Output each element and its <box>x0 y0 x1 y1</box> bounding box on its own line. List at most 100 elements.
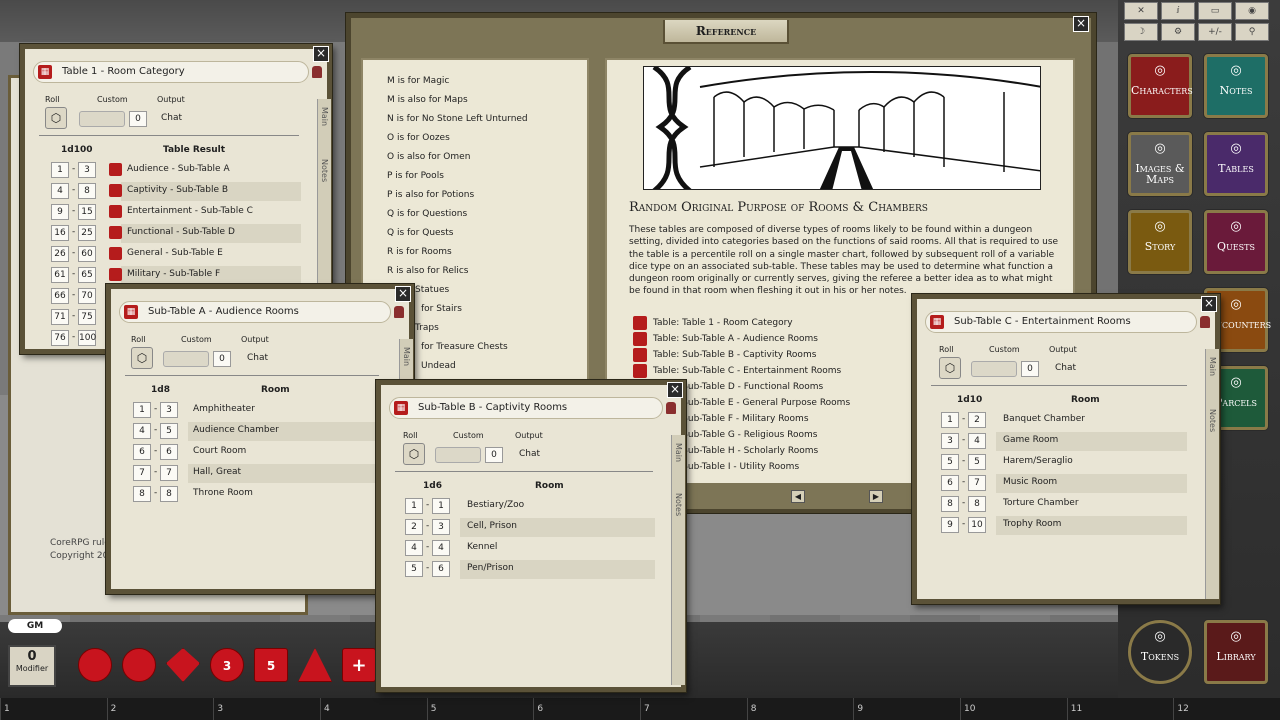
table-row[interactable]: 8-8 Torture Chamber <box>941 495 1187 514</box>
table-row[interactable]: 9-15 Entertainment - Sub-Table C <box>51 203 301 222</box>
table-row[interactable]: 6-6 Court Room <box>133 443 389 462</box>
library-button[interactable]: ◎ Library <box>1204 620 1268 684</box>
hotkey-slot[interactable]: 11 <box>1066 698 1174 720</box>
lock-icon[interactable] <box>666 402 676 414</box>
roll-die-icon[interactable]: ⬡ <box>45 107 67 129</box>
tokens-button[interactable]: ◎ Tokens <box>1128 620 1192 684</box>
index-link[interactable]: Q is for Quests <box>387 228 453 238</box>
table-row[interactable]: 1-3 Audience - Sub-Table A <box>51 161 301 180</box>
d4-die[interactable] <box>298 648 332 682</box>
tool-icon[interactable]: ◉ <box>1235 2 1269 20</box>
output-value[interactable]: Chat <box>1055 363 1076 373</box>
table-row[interactable]: 9-10 Trophy Room <box>941 516 1187 535</box>
hotkey-slot[interactable]: 6 <box>533 698 640 720</box>
table-link[interactable]: Table: Sub-Table A - Audience Rooms <box>633 332 818 347</box>
hotkey-slot[interactable]: 10 <box>960 698 1067 720</box>
index-link[interactable]: M is for Magic <box>387 76 449 86</box>
tab-main[interactable]: Main <box>1208 357 1217 376</box>
tab-notes[interactable]: Notes <box>1208 409 1217 432</box>
images-maps-button[interactable]: ◎ Images & Maps <box>1128 132 1192 196</box>
d20-die[interactable] <box>78 648 112 682</box>
table-row[interactable]: 5-5 Harem/Seraglio <box>941 453 1187 472</box>
index-link[interactable]: M is also for Maps <box>387 95 468 105</box>
table-row[interactable]: 5-6 Pen/Prison <box>405 560 655 579</box>
d10-die[interactable] <box>166 648 200 682</box>
modifier-field[interactable]: 0 <box>213 351 231 367</box>
modifier-field[interactable]: 0 <box>485 447 503 463</box>
hotkey-slot[interactable]: 9 <box>853 698 960 720</box>
table-link-icon[interactable] <box>109 163 122 176</box>
index-link[interactable]: N is for No Stone Left Unturned <box>387 114 528 124</box>
table-link-icon[interactable] <box>109 268 122 281</box>
hotkey-slot[interactable]: 7 <box>640 698 747 720</box>
d8-die[interactable]: 3 <box>210 648 244 682</box>
close-icon[interactable]: × <box>1073 16 1089 32</box>
prev-page-icon[interactable]: ◀ <box>791 490 805 503</box>
close-icon[interactable]: × <box>395 286 411 302</box>
table-row[interactable]: 7-7 Hall, Great <box>133 464 389 483</box>
table-row[interactable]: 1-1 Bestiary/Zoo <box>405 497 655 516</box>
modifier-field[interactable]: 0 <box>129 111 147 127</box>
table-row[interactable]: 1-2 Banquet Chamber <box>941 411 1187 430</box>
index-link[interactable]: Traps <box>415 323 439 333</box>
characters-button[interactable]: ◎ Characters <box>1128 54 1193 118</box>
table-row[interactable]: 8-8 Throne Room <box>133 485 389 504</box>
tables-button[interactable]: ◎ Tables <box>1204 132 1268 196</box>
next-page-icon[interactable]: ▶ <box>869 490 883 503</box>
d12-die[interactable] <box>122 648 156 682</box>
index-link[interactable]: O is for Oozes <box>387 133 450 143</box>
custom-dice-field[interactable] <box>435 447 481 463</box>
index-link[interactable]: Statues <box>415 285 449 295</box>
table-row[interactable]: 4-8 Captivity - Sub-Table B <box>51 182 301 201</box>
roll-die-icon[interactable]: ⬡ <box>131 347 153 369</box>
hotkey-slot[interactable]: 1 <box>0 698 107 720</box>
tab-notes[interactable]: Notes <box>674 493 683 516</box>
hotkey-slot[interactable]: 5 <box>426 698 534 720</box>
index-link[interactable]: P is also for Potions <box>387 190 474 200</box>
table-link-icon[interactable] <box>109 247 122 260</box>
lock-icon[interactable] <box>1200 316 1210 328</box>
table-row[interactable]: 6-7 Music Room <box>941 474 1187 493</box>
index-link[interactable]: P is for Pools <box>387 171 444 181</box>
tool-icon[interactable]: ▭ <box>1198 2 1232 20</box>
table-row[interactable]: 1-3 Amphitheater <box>133 401 389 420</box>
index-link[interactable]: Undead <box>421 361 456 371</box>
tool-icon[interactable]: ⅈ <box>1161 2 1195 20</box>
index-link[interactable]: O is also for Omen <box>387 152 470 162</box>
table-row[interactable]: 3-4 Game Room <box>941 432 1187 451</box>
tool-icon[interactable]: +/- <box>1198 23 1232 41</box>
tool-icon[interactable]: ☽ <box>1124 23 1158 41</box>
output-value[interactable]: Chat <box>519 449 540 459</box>
table-link-icon[interactable] <box>109 184 122 197</box>
table-link-icon[interactable] <box>109 205 122 218</box>
table-link[interactable]: Table: Sub-Table B - Captivity Rooms <box>633 348 816 363</box>
hotkey-slot[interactable]: 8 <box>746 698 854 720</box>
hotkey-slot[interactable]: 3 <box>213 698 320 720</box>
d6-die[interactable]: 5 <box>254 648 288 682</box>
tool-icon[interactable]: ⚙ <box>1161 23 1195 41</box>
roll-die-icon[interactable]: ⬡ <box>403 443 425 465</box>
output-value[interactable]: Chat <box>161 113 182 123</box>
tab-notes[interactable]: Notes <box>320 159 329 182</box>
output-value[interactable]: Chat <box>247 353 268 363</box>
table-row[interactable]: 26-60 General - Sub-Table E <box>51 245 301 264</box>
index-link[interactable]: R is also for Relics <box>387 266 469 276</box>
tool-icon[interactable]: ⚲ <box>1235 23 1269 41</box>
tab-main[interactable]: Main <box>674 443 683 462</box>
index-link[interactable]: for Stairs <box>421 304 462 314</box>
table-row[interactable]: 2-3 Cell, Prison <box>405 518 655 537</box>
custom-dice-field[interactable] <box>79 111 125 127</box>
table-link-icon[interactable] <box>109 226 122 239</box>
table-row[interactable]: 16-25 Functional - Sub-Table D <box>51 224 301 243</box>
quests-button[interactable]: ◎ Quests <box>1204 210 1268 274</box>
tab-main[interactable]: Main <box>320 107 329 126</box>
close-icon[interactable]: × <box>313 46 329 62</box>
index-link[interactable]: for Treasure Chests <box>421 342 508 352</box>
close-icon[interactable]: × <box>1201 296 1217 312</box>
custom-dice-field[interactable] <box>971 361 1017 377</box>
close-icon[interactable]: × <box>667 382 683 398</box>
table-row[interactable]: 61-65 Military - Sub-Table F <box>51 266 301 285</box>
table-link[interactable]: Table: Table 1 - Room Category <box>633 316 793 331</box>
notes-button[interactable]: ◎ Notes <box>1204 54 1268 118</box>
modifier-field[interactable]: 0 <box>1021 361 1039 377</box>
